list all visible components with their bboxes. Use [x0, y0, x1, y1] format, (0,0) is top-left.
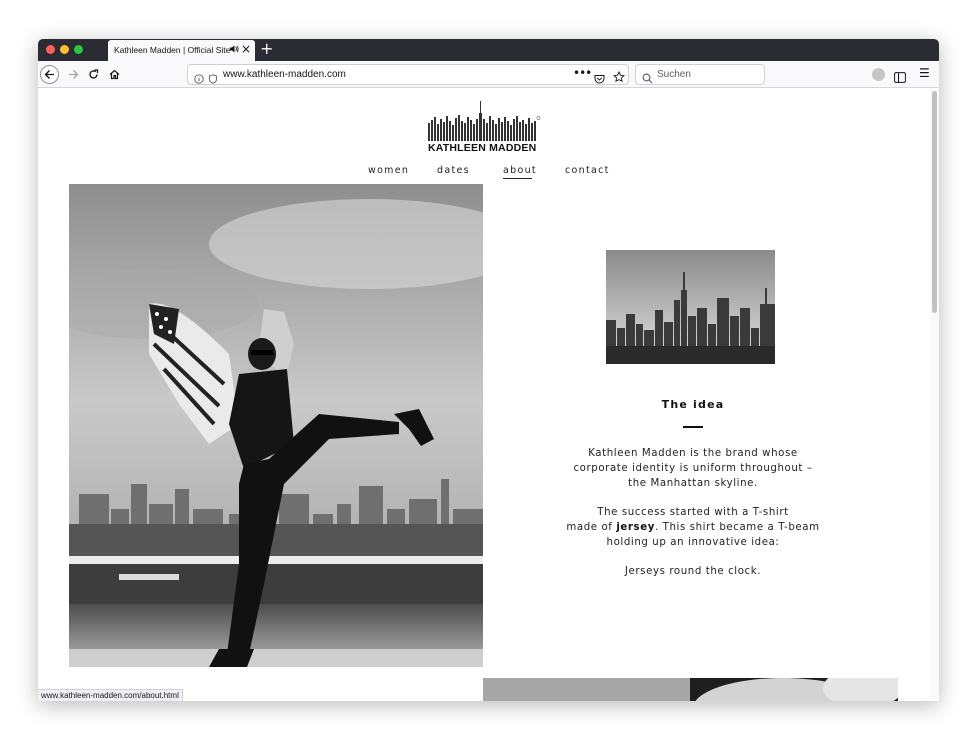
idea-line: corporate identity is uniform throughout… — [573, 463, 813, 474]
manhattan-skyline-photo — [606, 250, 775, 364]
idea-paragraph-1: Kathleen Madden is the brand whose corpo… — [558, 446, 828, 491]
idea-text-run: made of — [566, 522, 617, 533]
page-scrollbar[interactable] — [930, 89, 939, 701]
skyline-logo-icon — [428, 101, 541, 141]
idea-line: Jerseys round the clock. — [624, 566, 762, 577]
bookmark-star-icon[interactable] — [613, 68, 625, 87]
hamburger-menu-icon[interactable]: ☰ — [919, 66, 930, 80]
site-logo[interactable]: KATHLEEN MADDEN — [428, 99, 542, 155]
tab-strip: Kathleen Madden | Official Site × + — [38, 39, 939, 61]
idea-line: made of jersey. This shirt became a T-be… — [558, 520, 828, 535]
page-viewport: KATHLEEN MADDEN women dates about contac… — [38, 89, 939, 701]
idea-paragraph-2: The success started with a T-shirt made … — [558, 505, 828, 550]
page-actions-menu[interactable]: ••• — [573, 66, 592, 80]
nav-link-about[interactable]: about — [503, 165, 537, 176]
tab-title: Kathleen Madden | Official Site — [114, 45, 231, 55]
shield-icon[interactable] — [208, 69, 218, 88]
window-close-dot[interactable] — [46, 45, 55, 54]
pocket-icon[interactable] — [594, 69, 605, 88]
scrollbar-thumb[interactable] — [932, 91, 937, 313]
url-text[interactable]: www.kathleen-madden.com — [223, 69, 346, 80]
window-minimize-dot[interactable] — [60, 45, 69, 54]
navigation-toolbar: www.kathleen-madden.com ••• Suchen ☰ — [38, 61, 939, 88]
forward-button[interactable] — [64, 65, 83, 84]
idea-line: holding up an innovative idea: — [606, 537, 780, 548]
url-bar[interactable]: www.kathleen-madden.com ••• — [187, 64, 629, 85]
jersey-emphasis: jersey — [616, 522, 655, 533]
arrow-left-icon — [44, 70, 54, 79]
arrow-right-icon — [69, 70, 79, 79]
heading-divider — [683, 426, 703, 428]
search-icon — [642, 69, 653, 88]
new-tab-button[interactable]: + — [260, 39, 273, 59]
back-button[interactable] — [40, 65, 59, 84]
idea-heading: The idea — [661, 398, 725, 411]
idea-text-run: . This shirt became a T-beam — [654, 522, 820, 533]
browser-tab[interactable]: Kathleen Madden | Official Site × — [108, 40, 255, 61]
speaker-icon[interactable] — [229, 44, 239, 57]
reload-icon — [89, 69, 99, 79]
home-button[interactable] — [105, 65, 124, 84]
info-icon[interactable] — [194, 69, 204, 88]
close-icon[interactable]: × — [241, 42, 251, 56]
home-icon — [109, 69, 120, 80]
nav-link-dates[interactable]: dates — [437, 165, 470, 176]
idea-paragraph-3: Jerseys round the clock. — [558, 564, 828, 579]
hero-photo — [69, 184, 483, 667]
active-nav-underline — [503, 178, 532, 179]
logo-text: KATHLEEN MADDEN — [428, 142, 537, 154]
search-bar[interactable]: Suchen — [635, 64, 765, 85]
idea-line: The success started with a T-shirt — [597, 507, 789, 518]
url-host: kathleen-madden.com — [246, 69, 346, 80]
url-prefix: www. — [223, 69, 247, 80]
nav-link-women[interactable]: women — [368, 165, 409, 176]
status-bar-link: www.kathleen-madden.com/about.html — [38, 689, 183, 701]
account-avatar[interactable] — [872, 68, 885, 81]
window-zoom-dot[interactable] — [74, 45, 83, 54]
sidebar-icon[interactable] — [894, 68, 906, 87]
idea-line: the Manhattan skyline. — [628, 478, 758, 489]
browser-window: Kathleen Madden | Official Site × + www.… — [38, 39, 939, 701]
nav-link-contact[interactable]: contact — [565, 165, 610, 176]
reload-button[interactable] — [84, 65, 103, 84]
search-placeholder: Suchen — [657, 69, 691, 80]
idea-line: Kathleen Madden is the brand whose — [588, 448, 798, 459]
next-section-photo — [483, 678, 898, 701]
